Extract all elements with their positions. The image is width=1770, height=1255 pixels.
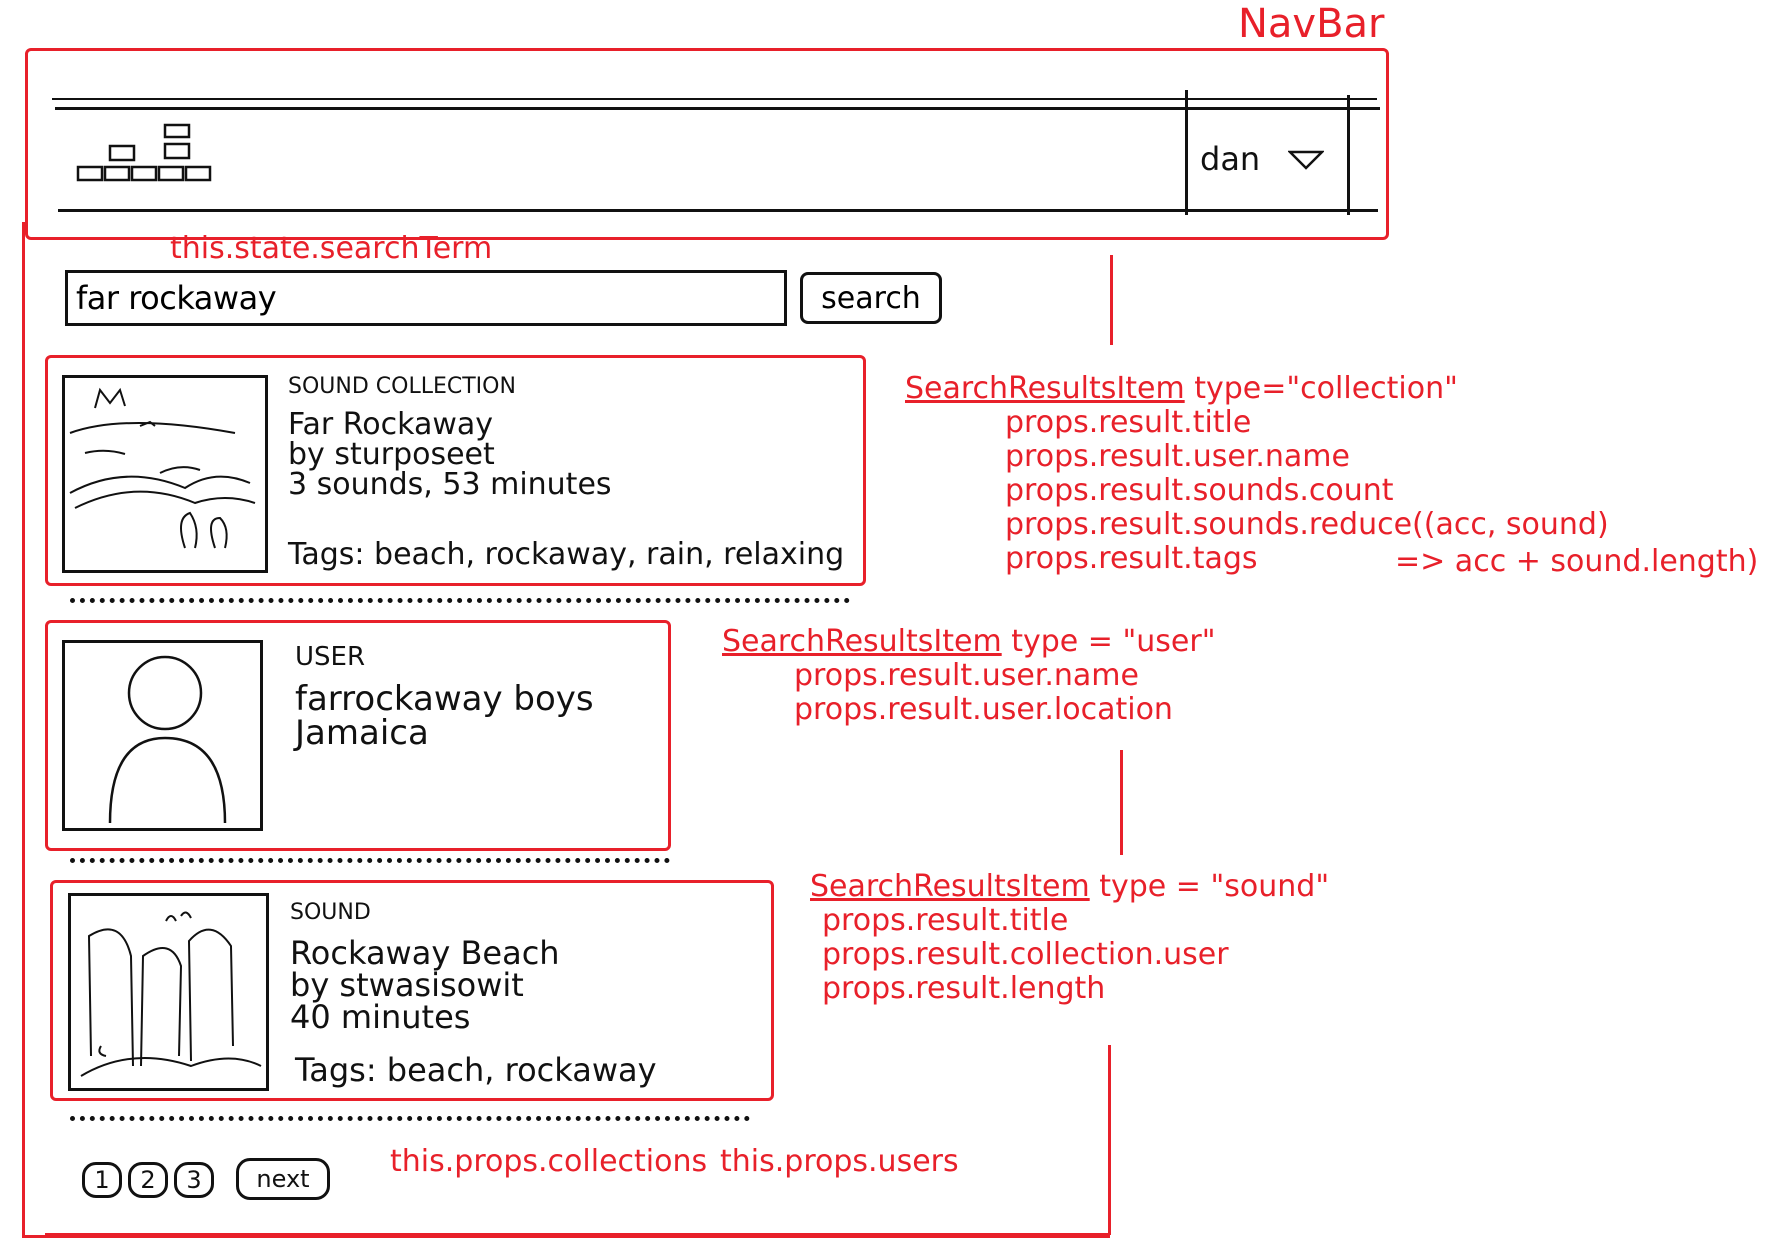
collections-prop-annotation: this.props.collections xyxy=(390,1144,708,1179)
navbar-line xyxy=(55,107,1380,110)
user-menu-label: dan xyxy=(1200,140,1261,178)
search-button[interactable]: search xyxy=(800,272,942,324)
result-text: SOUND COLLECTION Far Rockaway by sturpos… xyxy=(288,372,612,500)
annotation-line: props.result.user.location xyxy=(794,692,1173,727)
user-thumbnail xyxy=(62,640,263,831)
component-name: SearchResultsItem xyxy=(810,869,1090,904)
component-name: SearchResultsItem xyxy=(722,624,1002,659)
annotation-line: props.result.sounds.count xyxy=(1005,473,1394,508)
search-state-annotation: this.state.searchTerm xyxy=(170,231,493,266)
result-text: SOUND Rockaway Beach by stwasisowit 40 m… xyxy=(290,897,560,1033)
result-tags: Tags: beach, rockaway, rain, relaxing xyxy=(288,537,845,572)
next-page-button[interactable]: next xyxy=(236,1158,330,1200)
reduce-annotation-tail: => acc + sound.length) xyxy=(1395,544,1759,579)
component-type: type = "sound" xyxy=(1099,869,1330,904)
component-type: type="collection" xyxy=(1194,371,1458,406)
annotation-line: props.result.length xyxy=(822,971,1106,1006)
result-byline: by sturposeet xyxy=(288,437,495,472)
result-divider xyxy=(70,1116,750,1121)
avatar-icon xyxy=(108,655,227,824)
logo-icon xyxy=(76,123,212,182)
annotation-line: props.result.user.name xyxy=(1005,439,1350,474)
chevron-down-icon xyxy=(1287,150,1326,170)
page-3-button[interactable]: 3 xyxy=(174,1162,214,1198)
user-location: Jamaica xyxy=(295,713,429,753)
result-title: Rockaway Beach xyxy=(290,934,560,972)
annotation-line: props.result.title xyxy=(1005,405,1252,440)
collection-thumbnail xyxy=(62,375,268,573)
sound-item-annotation: SearchResultsItem type = "sound" props.r… xyxy=(810,870,1329,1006)
result-kind: SOUND COLLECTION xyxy=(288,374,516,399)
sound-thumbnail xyxy=(68,893,269,1091)
navbar-annotation: NavBar xyxy=(1238,1,1385,47)
search-input[interactable] xyxy=(65,270,787,326)
page-2-button[interactable]: 2 xyxy=(128,1162,168,1198)
navbar-bottom-line xyxy=(58,209,1378,212)
search-page-bottom-line xyxy=(45,1233,1110,1236)
annotation-line: props.result.title xyxy=(822,903,1069,938)
navbar-top-line xyxy=(52,98,1377,100)
result-text: USER farrockaway boys Jamaica xyxy=(295,640,594,750)
user-item-annotation: SearchResultsItem type = "user" props.re… xyxy=(722,625,1216,727)
navbar-divider xyxy=(1347,95,1350,215)
landscape-sketch-icon xyxy=(69,387,256,549)
result-byline: by stwasisowit xyxy=(290,966,524,1004)
component-type: type = "user" xyxy=(1011,624,1216,659)
result-divider xyxy=(70,858,670,863)
connector-line xyxy=(1110,255,1113,345)
navbar-divider xyxy=(1185,90,1188,215)
component-name: SearchResultsItem xyxy=(905,371,1185,406)
result-divider xyxy=(70,598,850,603)
result-kind: USER xyxy=(295,642,366,672)
user-menu[interactable]: dan xyxy=(1200,140,1326,178)
connector-line xyxy=(1120,750,1123,855)
result-kind: SOUND xyxy=(290,900,371,925)
result-title: Far Rockaway xyxy=(288,407,494,442)
annotation-line: props.result.user.name xyxy=(794,658,1139,693)
users-prop-annotation: this.props.users xyxy=(720,1144,959,1179)
annotation-line: props.result.collection.user xyxy=(822,937,1229,972)
user-name: farrockaway boys xyxy=(295,679,594,719)
waterfall-sketch-icon xyxy=(80,911,262,1077)
result-tags: Tags: beach, rockaway xyxy=(295,1051,657,1089)
result-meta: 3 sounds, 53 minutes xyxy=(288,467,612,502)
page-1-button[interactable]: 1 xyxy=(82,1162,122,1198)
annotation-line: props.result.sounds.reduce((acc, sound) xyxy=(1005,507,1609,542)
result-meta: 40 minutes xyxy=(290,998,471,1036)
